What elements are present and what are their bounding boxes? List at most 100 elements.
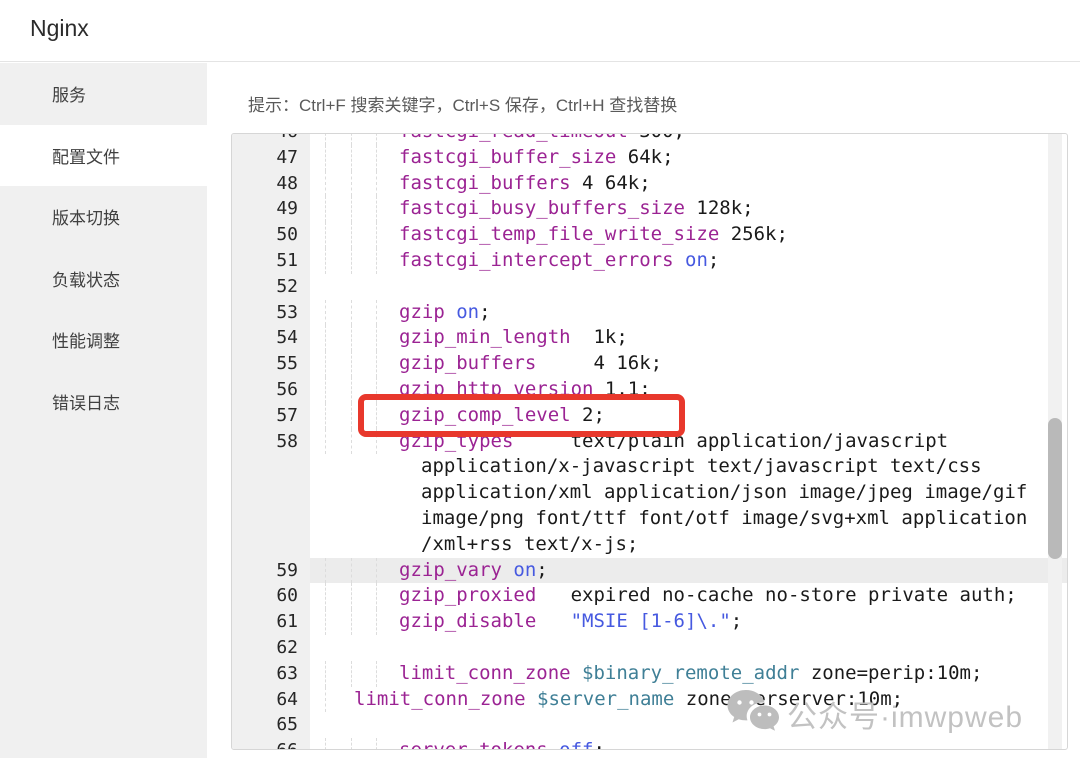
code-row: 48fastcgi_buffers 4 64k; <box>232 171 1067 197</box>
code-line: gzip_vary on; <box>310 558 1067 584</box>
line-number <box>232 454 310 480</box>
line-number: 63 <box>232 661 310 687</box>
code-row: 58gzip_types text/plain application/java… <box>232 429 1067 455</box>
line-number: 66 <box>232 738 310 750</box>
indent-guide <box>325 558 326 584</box>
line-number <box>232 532 310 558</box>
line-number: 46 <box>232 133 310 145</box>
code-row: 47fastcgi_buffer_size 64k; <box>232 145 1067 171</box>
indent-guide <box>325 661 326 687</box>
hint-text: 提示：Ctrl+F 搜索关键字，Ctrl+S 保存，Ctrl+H 查找替换 <box>248 91 677 116</box>
indent-guide <box>351 609 352 635</box>
indent-guide <box>325 325 326 351</box>
indent-guide <box>351 325 352 351</box>
line-number <box>232 506 310 532</box>
indent-guide <box>325 609 326 635</box>
code-line: application/x-javascript text/javascript… <box>310 454 1067 480</box>
indent-guide <box>325 403 326 429</box>
code-rows: 46fastcgi_read_timeout 300;47fastcgi_buf… <box>232 133 1067 750</box>
code-line: /xml+rss text/x-js; <box>310 532 1067 558</box>
indent-guide <box>325 145 326 171</box>
code-line: fastcgi_read_timeout 300; <box>310 133 1067 145</box>
sidebar-item-performance-tuning[interactable]: 性能调整 <box>0 309 207 371</box>
indent-guide <box>376 377 377 403</box>
line-number: 48 <box>232 171 310 197</box>
indent-guide <box>325 429 326 455</box>
indent-guide <box>376 325 377 351</box>
indent-guide <box>351 145 352 171</box>
code-row: 46fastcgi_read_timeout 300; <box>232 133 1067 145</box>
code-row: 49fastcgi_busy_buffers_size 128k; <box>232 196 1067 222</box>
line-number: 53 <box>232 300 310 326</box>
indent-guide <box>351 133 352 145</box>
code-row: application/xml application/json image/j… <box>232 480 1067 506</box>
indent-guide <box>376 609 377 635</box>
sidebar-item-config-file[interactable]: 配置文件 <box>0 125 207 187</box>
watermark: 公众号·imwpweb <box>726 688 1023 739</box>
code-row: 51fastcgi_intercept_errors on; <box>232 248 1067 274</box>
code-row: 57gzip_comp_level 2; <box>232 403 1067 429</box>
indent-guide <box>325 222 326 248</box>
indent-guide <box>325 171 326 197</box>
indent-guide <box>376 145 377 171</box>
indent-guide <box>351 222 352 248</box>
nginx-settings-window: Nginx 服务配置文件版本切换负载状态性能调整错误日志 提示：Ctrl+F 搜… <box>0 0 1080 758</box>
line-number: 55 <box>232 351 310 377</box>
code-row: 62 <box>232 635 1067 661</box>
code-row: image/png font/ttf font/otf image/svg+xm… <box>232 506 1067 532</box>
indent-guide <box>325 248 326 274</box>
line-number: 58 <box>232 429 310 455</box>
code-row: /xml+rss text/x-js; <box>232 532 1067 558</box>
indent-guide <box>351 738 352 750</box>
line-number: 59 <box>232 558 310 584</box>
indent-guide <box>376 222 377 248</box>
line-number: 60 <box>232 583 310 609</box>
line-number: 51 <box>232 248 310 274</box>
indent-guide <box>351 171 352 197</box>
code-line: application/xml application/json image/j… <box>310 480 1067 506</box>
code-line: gzip_comp_level 2; <box>310 403 1067 429</box>
line-number: 61 <box>232 609 310 635</box>
sidebar-item-version-switch[interactable]: 版本切换 <box>0 186 207 248</box>
watermark-text: 公众号·imwpweb <box>787 692 1023 736</box>
indent-guide <box>376 248 377 274</box>
indent-guide <box>376 583 377 609</box>
sidebar-item-services[interactable]: 服务 <box>0 63 207 125</box>
code-row: 59gzip_vary on; <box>232 558 1067 584</box>
line-number: 47 <box>232 145 310 171</box>
line-number: 56 <box>232 377 310 403</box>
line-number: 57 <box>232 403 310 429</box>
indent-guide <box>376 133 377 145</box>
code-line: fastcgi_intercept_errors on; <box>310 248 1067 274</box>
indent-guide <box>325 196 326 222</box>
sidebar: 服务配置文件版本切换负载状态性能调整错误日志 <box>0 63 207 758</box>
code-line <box>310 274 1067 300</box>
code-row: application/x-javascript text/javascript… <box>232 454 1067 480</box>
indent-guide <box>351 403 352 429</box>
indent-guide <box>376 661 377 687</box>
scrollbar[interactable] <box>1048 134 1062 749</box>
code-row: 52 <box>232 274 1067 300</box>
indent-guide <box>376 171 377 197</box>
line-number: 49 <box>232 196 310 222</box>
code-editor[interactable]: 46fastcgi_read_timeout 300;47fastcgi_buf… <box>231 133 1068 750</box>
sidebar-item-load-status[interactable]: 负载状态 <box>0 248 207 310</box>
code-line: image/png font/ttf font/otf image/svg+xm… <box>310 506 1067 532</box>
wechat-icon <box>726 688 780 739</box>
indent-guide <box>376 300 377 326</box>
indent-guide <box>351 196 352 222</box>
indent-guide <box>376 196 377 222</box>
indent-guide <box>325 738 326 750</box>
code-row: 53gzip on; <box>232 300 1067 326</box>
indent-guide <box>351 583 352 609</box>
indent-guide <box>376 429 377 455</box>
code-line: fastcgi_buffers 4 64k; <box>310 171 1067 197</box>
sidebar-item-error-log[interactable]: 错误日志 <box>0 371 207 433</box>
code-line: fastcgi_busy_buffers_size 128k; <box>310 196 1067 222</box>
code-row: 50fastcgi_temp_file_write_size 256k; <box>232 222 1067 248</box>
scrollbar-thumb[interactable] <box>1048 418 1062 559</box>
code-line: gzip_buffers 4 16k; <box>310 351 1067 377</box>
window-header: Nginx <box>0 0 1080 62</box>
indent-guide <box>351 558 352 584</box>
indent-guide <box>351 300 352 326</box>
